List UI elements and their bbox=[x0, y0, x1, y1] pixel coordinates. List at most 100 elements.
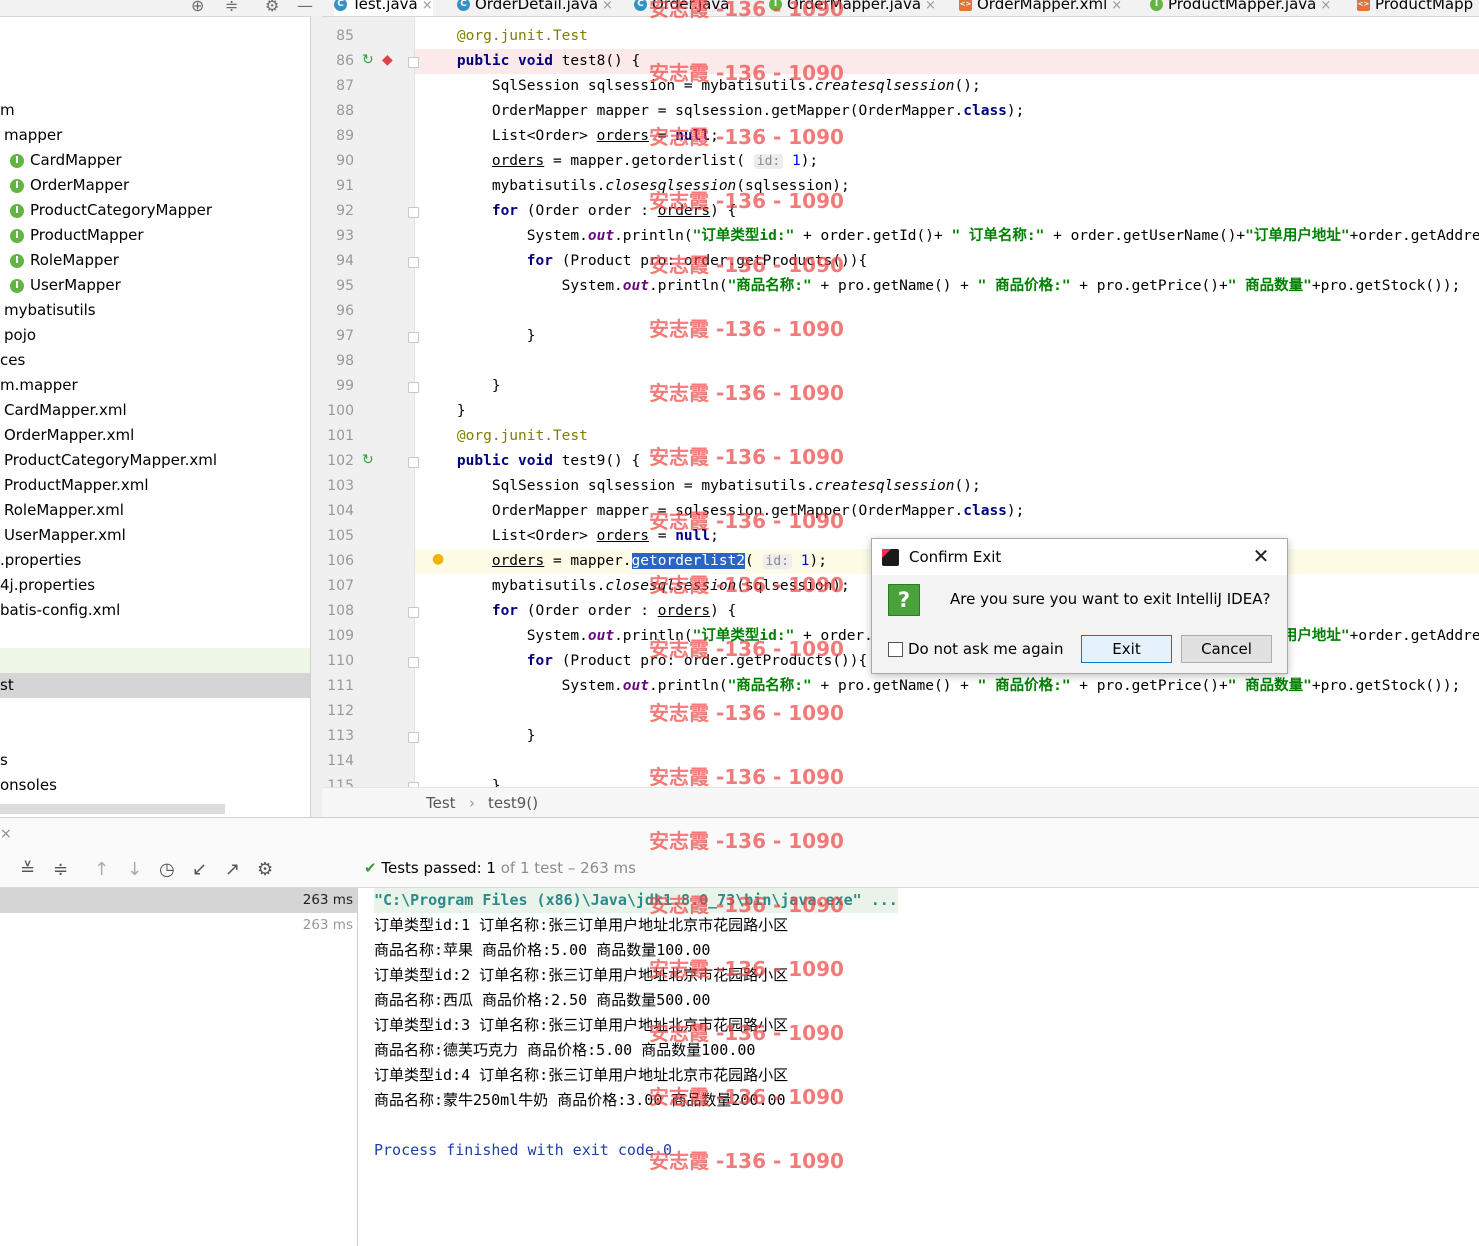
previous-failed-icon[interactable]: ↑ bbox=[94, 859, 109, 880]
fold-marker-icon[interactable] bbox=[408, 607, 419, 618]
code-line[interactable]: List<Order> orders = null; bbox=[422, 124, 719, 149]
code-line[interactable]: List<Order> orders = null; bbox=[422, 524, 719, 549]
code-line[interactable]: for (Order order : orders) { bbox=[422, 599, 736, 624]
tree-item[interactable]: ces bbox=[0, 348, 310, 373]
tree-item[interactable]: mapper bbox=[0, 123, 310, 148]
code-line[interactable]: for (Product pro: order.getProducts()){ bbox=[422, 649, 867, 674]
expand-all-icon[interactable]: ≚ bbox=[20, 859, 35, 880]
code-line[interactable]: orders = mapper.getorderlist2( id: 1); bbox=[422, 549, 827, 574]
tab-productmapp[interactable]: <> ProductMapp bbox=[1357, 0, 1473, 16]
next-failed-icon[interactable]: ↓ bbox=[127, 859, 142, 880]
exit-button[interactable]: Exit bbox=[1081, 635, 1172, 663]
tree-item[interactable]: st bbox=[0, 673, 310, 698]
test-result-row[interactable]: 263 ms bbox=[0, 913, 357, 938]
tree-item[interactable]: RoleMapper.xml bbox=[0, 498, 310, 523]
fold-marker-icon[interactable] bbox=[408, 57, 419, 68]
do-not-ask-checkbox[interactable] bbox=[888, 642, 903, 657]
tree-item[interactable]: pojo bbox=[0, 323, 310, 348]
tree-item[interactable]: ProductMapper.xml bbox=[0, 473, 310, 498]
import-tests-icon[interactable]: ↙ bbox=[192, 859, 207, 880]
editor-gutter[interactable]: 85 86 ↻ ◆ 87 88 89 90 91 92 93 94 95 96 97 98 99 100 101 10… bbox=[322, 17, 444, 787]
code-line[interactable]: for (Product pro: order.getProducts()){ bbox=[422, 249, 867, 274]
close-tab-icon[interactable]: × bbox=[422, 0, 433, 13]
tab-order-java[interactable]: C Order.java bbox=[634, 0, 729, 16]
fold-marker-icon[interactable] bbox=[408, 207, 419, 218]
run-test-icon[interactable]: ↻ bbox=[362, 452, 374, 468]
code-line[interactable]: orders = mapper.getorderlist( id: 1); bbox=[422, 149, 818, 174]
close-tab-icon[interactable]: × bbox=[1320, 0, 1331, 13]
code-line[interactable]: } bbox=[422, 374, 501, 399]
export-tests-icon[interactable]: ↗ bbox=[225, 859, 240, 880]
hide-icon[interactable]: — bbox=[297, 0, 313, 15]
collapse-all-icon[interactable]: ≑ bbox=[53, 859, 68, 880]
cancel-button[interactable]: Cancel bbox=[1181, 635, 1272, 663]
fold-marker-icon[interactable] bbox=[408, 382, 419, 393]
code-line[interactable]: public void test9() { bbox=[422, 449, 640, 474]
tree-item[interactable]: ProductCategoryMapper.xml bbox=[0, 448, 310, 473]
code-line[interactable]: System.out.println("订单类型id:" + order.get… bbox=[422, 224, 1479, 249]
code-line[interactable]: @org.junit.Test bbox=[422, 24, 588, 49]
do-not-ask-label[interactable]: Do not ask me again bbox=[908, 640, 1063, 658]
tab-productmapper-java[interactable]: I ProductMapper.java × bbox=[1150, 0, 1331, 16]
close-tab-icon[interactable]: × bbox=[1111, 0, 1122, 13]
tree-item[interactable]: I RoleMapper bbox=[0, 248, 310, 273]
code-line[interactable]: mybatisutils.closesqlsession(sqlsession)… bbox=[422, 574, 850, 599]
fold-marker-icon[interactable] bbox=[408, 732, 419, 743]
tree-item[interactable]: batis-config.xml bbox=[0, 598, 310, 623]
tree-item[interactable]: I OrderMapper bbox=[0, 173, 310, 198]
code-line[interactable]: } bbox=[422, 724, 536, 749]
tree-item[interactable]: m.mapper bbox=[0, 373, 310, 398]
code-line[interactable]: } bbox=[422, 324, 536, 349]
code-line[interactable]: mybatisutils.closesqlsession(sqlsession)… bbox=[422, 174, 850, 199]
tree-item[interactable]: I ProductMapper bbox=[0, 223, 310, 248]
code-line[interactable]: OrderMapper mapper = sqlsession.getMappe… bbox=[422, 99, 1025, 124]
tab-ordermapper-xml[interactable]: <> OrderMapper.xml × bbox=[959, 0, 1122, 16]
run-test-icon[interactable]: ↻ bbox=[362, 52, 374, 68]
code-line[interactable]: } bbox=[422, 399, 466, 424]
test-results-tree[interactable]: 263 ms 263 ms bbox=[0, 888, 358, 1246]
tree-item[interactable]: .properties bbox=[0, 548, 310, 573]
collapse-all-icon[interactable]: ≑ bbox=[225, 0, 238, 15]
breakpoint-icon[interactable]: ◆ bbox=[382, 52, 393, 68]
code-line[interactable]: @org.junit.Test bbox=[422, 424, 588, 449]
tab-orderdetail-java[interactable]: C OrderDetail.java × bbox=[457, 0, 613, 16]
tree-item[interactable]: I CardMapper bbox=[0, 148, 310, 173]
tree-item[interactable] bbox=[0, 723, 310, 748]
dialog-close-button[interactable]: ✕ bbox=[1248, 544, 1274, 568]
code-line[interactable]: for (Order order : orders) { bbox=[422, 199, 736, 224]
fold-marker-icon[interactable] bbox=[408, 657, 419, 668]
close-icon[interactable]: × bbox=[0, 826, 12, 842]
history-icon[interactable]: ◷ bbox=[159, 859, 175, 880]
close-tab-icon[interactable]: × bbox=[602, 0, 613, 13]
fold-marker-icon[interactable] bbox=[408, 332, 419, 343]
gear-icon[interactable]: ⚙ bbox=[257, 859, 273, 880]
project-horizontal-scrollbar[interactable] bbox=[0, 804, 225, 814]
tree-item[interactable]: I UserMapper bbox=[0, 273, 310, 298]
tree-item[interactable]: 4j.properties bbox=[0, 573, 310, 598]
tree-item[interactable] bbox=[0, 698, 310, 723]
code-line[interactable]: } bbox=[422, 774, 501, 787]
tree-item[interactable] bbox=[0, 648, 310, 673]
tree-item[interactable]: m bbox=[0, 98, 310, 123]
locate-icon[interactable]: ⊕ bbox=[191, 0, 204, 15]
breadcrumb-class[interactable]: Test bbox=[426, 788, 456, 818]
code-line[interactable]: public void test8() { bbox=[422, 49, 640, 74]
code-line[interactable]: System.out.println("商品名称:" + pro.getName… bbox=[422, 674, 1461, 699]
tab-ordermapper-java[interactable]: I OrderMapper.java × bbox=[769, 0, 936, 16]
tree-item[interactable]: I ProductCategoryMapper bbox=[0, 198, 310, 223]
tab-test-java[interactable]: C Test.java × bbox=[334, 0, 433, 16]
code-line[interactable]: System.out.println("商品名称:" + pro.getName… bbox=[422, 274, 1461, 299]
tree-item[interactable]: s bbox=[0, 748, 310, 773]
close-tab-icon[interactable]: × bbox=[925, 0, 936, 13]
code-line[interactable]: SqlSession sqlsession = mybatisutils.cre… bbox=[422, 74, 981, 99]
console-output[interactable]: "C:\Program Files (x86)\Java\jdk1.8.0_73… bbox=[358, 888, 1479, 1246]
test-result-row[interactable]: 263 ms bbox=[0, 888, 357, 913]
fold-marker-icon[interactable] bbox=[408, 457, 419, 468]
tree-item[interactable]: OrderMapper.xml bbox=[0, 423, 310, 448]
tree-item[interactable]: onsoles bbox=[0, 773, 310, 798]
tree-item[interactable]: mybatisutils bbox=[0, 298, 310, 323]
tree-item[interactable]: UserMapper.xml bbox=[0, 523, 310, 548]
fold-marker-icon[interactable] bbox=[408, 257, 419, 268]
code-line[interactable]: SqlSession sqlsession = mybatisutils.cre… bbox=[422, 474, 981, 499]
dialog-title-bar[interactable]: Confirm Exit ✕ bbox=[872, 539, 1287, 575]
